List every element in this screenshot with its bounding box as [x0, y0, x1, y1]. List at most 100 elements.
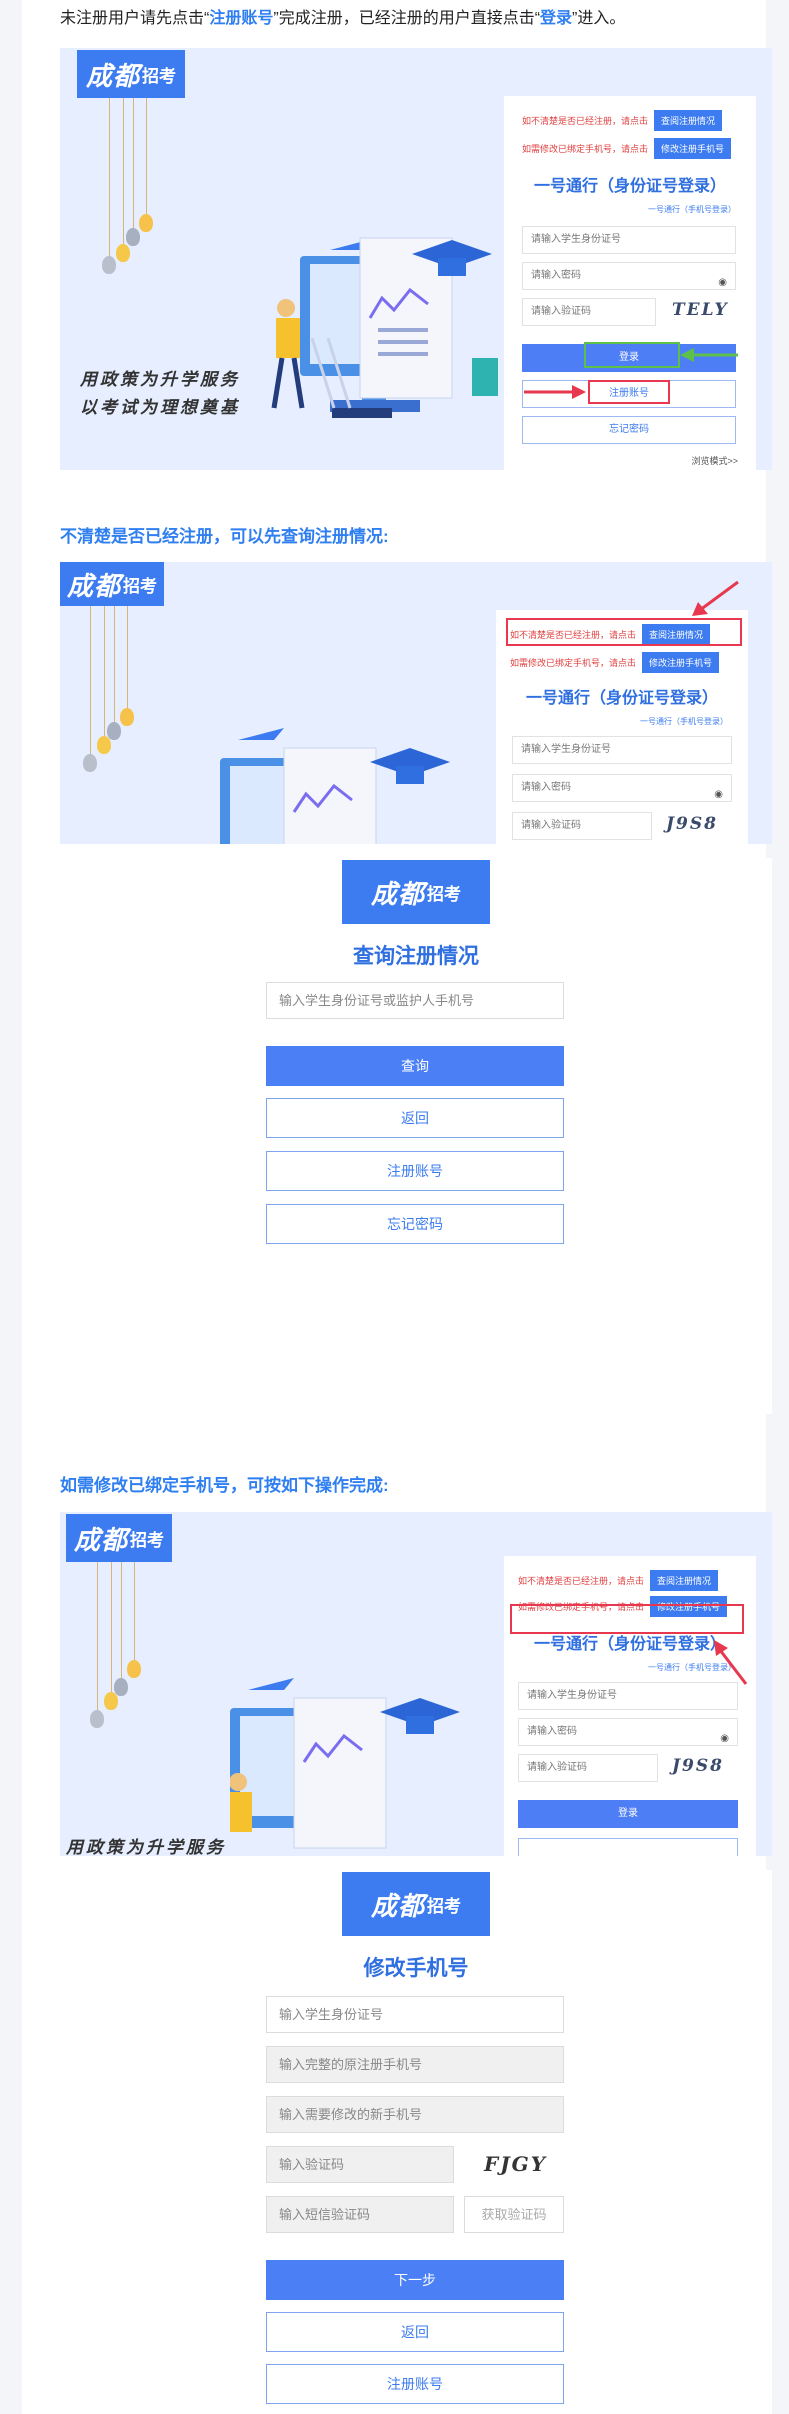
logo-text-small: 招考	[123, 576, 157, 596]
bulb-icon	[102, 256, 116, 274]
bulb-cord	[104, 606, 105, 736]
captcha-image[interactable]: J9S8	[672, 1756, 724, 1776]
register-button[interactable]	[518, 1838, 738, 1856]
bulb-icon	[90, 1710, 104, 1728]
eye-icon[interactable]: ◉	[718, 270, 727, 296]
bulb-cord	[109, 98, 110, 258]
login-page-crop-check: 成都 招考 如不清楚是否已经注册，请点击 查阅注册情况 如需修改已绑定手机号，请点…	[60, 562, 772, 844]
captcha-image[interactable]: TELY	[672, 300, 729, 320]
slogan-line: 用政策为升学服务	[80, 370, 240, 390]
change-phone-row: 如需修改已绑定手机号，请点击 修改注册手机号	[510, 652, 720, 673]
intro-register-highlight: 注册账号	[209, 10, 274, 27]
check-register-highlight-box	[506, 618, 742, 646]
logo-text-small: 招考	[427, 1896, 461, 1916]
eye-icon[interactable]: ◉	[720, 1726, 729, 1752]
id-number-input[interactable]: 请输入学生身份证号	[518, 1682, 738, 1710]
check-register-hint: 如不清楚是否已经注册，请点击	[522, 116, 649, 126]
old-phone-input[interactable]: 输入完整的原注册手机号	[266, 2046, 564, 2083]
intro-text: ”进入。	[572, 10, 626, 27]
forgot-password-button[interactable]: 忘记密码	[266, 1204, 564, 1244]
captcha-input[interactable]: 请输入验证码	[512, 812, 652, 840]
login-panel: 如不清楚是否已经注册，请点击 查阅注册情况 如需修改已绑定手机号，请点击 修改注…	[504, 96, 756, 470]
check-register-row: 如不清楚是否已经注册，请点击 查阅注册情况	[518, 1570, 719, 1591]
captcha-input[interactable]: 请输入验证码	[518, 1754, 658, 1782]
sms-code-input[interactable]: 输入短信验证码	[266, 2196, 454, 2233]
bulb-icon	[114, 1678, 128, 1696]
bulb-icon	[107, 722, 121, 740]
query-button[interactable]: 查询	[266, 1046, 564, 1086]
bulb-cord	[97, 1562, 98, 1712]
back-button[interactable]: 返回	[266, 2312, 564, 2352]
chengdu-zhaokao-logo: 成都 招考	[60, 562, 164, 606]
intro-text: 未注册用户请先点击“	[60, 10, 210, 27]
change-phone-button[interactable]: 修改注册手机号	[642, 652, 720, 673]
login-page-screenshot: 成都 招考 用政策为升学服务 以考试为理想奠基 如不清楚是否已经注册，请点击 查…	[60, 48, 772, 470]
red-arrow-icon	[714, 1640, 748, 1685]
captcha-input[interactable]: 输入验证码	[266, 2146, 454, 2183]
chengdu-zhaokao-logo: 成都 招考	[342, 1872, 490, 1936]
logo-text-small: 招考	[427, 884, 461, 904]
browse-mode-link[interactable]: 浏览模式>>	[691, 454, 738, 467]
captcha-image[interactable]: J9S8	[666, 814, 718, 834]
forgot-password-button[interactable]: 忘记密码	[522, 416, 736, 444]
check-register-row: 如不清楚是否已经注册，请点击 查阅注册情况	[522, 110, 723, 131]
bulb-icon	[83, 754, 97, 772]
login-title: 一号通行（身份证号登录）	[533, 178, 726, 195]
captcha-input[interactable]: 请输入验证码	[522, 298, 656, 326]
bulb-cord	[146, 98, 147, 216]
bulb-cord	[111, 1562, 112, 1694]
captcha-image[interactable]: FJGY	[484, 2152, 547, 2176]
password-placeholder: 请输入密码	[531, 270, 581, 281]
login-highlight-box	[584, 342, 680, 368]
register-button[interactable]: 注册账号	[266, 1151, 564, 1191]
password-input[interactable]: 请输入密码 ◉	[522, 262, 736, 290]
logo-text-big: 成都	[370, 879, 425, 910]
bulb-cord	[123, 98, 124, 246]
phone-login-link[interactable]: 一号通行（手机号登录）	[648, 204, 736, 215]
logo-text-big: 成都	[85, 61, 140, 92]
intro-text: ”完成注册，已经注册的用户直接点击“	[273, 10, 541, 27]
bulb-icon	[116, 244, 130, 262]
get-sms-code-button[interactable]: 获取验证码	[464, 2196, 564, 2233]
check-register-hint: 如不清楚是否已经注册，请点击	[518, 1576, 645, 1586]
change-phone-hint: 如需修改已绑定手机号，请点击	[522, 144, 649, 154]
phone-form-title: 修改手机号	[363, 1957, 469, 1980]
id-number-input[interactable]: 请输入学生身份证号	[512, 736, 732, 764]
query-register-form: 成都 招考 查询注册情况 输入学生身份证号或监护人手机号 查询 返回 注册账号 忘…	[60, 858, 772, 1414]
password-input[interactable]: 请输入密码 ◉	[512, 774, 732, 802]
password-placeholder: 请输入密码	[527, 1726, 577, 1737]
eye-icon[interactable]: ◉	[714, 782, 723, 808]
change-phone-hint: 如需修改已绑定手机号，请点击	[510, 658, 637, 668]
id-number-input[interactable]: 输入学生身份证号	[266, 1996, 564, 2033]
login-button[interactable]: 登录	[518, 1800, 738, 1828]
password-input[interactable]: 请输入密码 ◉	[518, 1718, 738, 1746]
bulb-cord	[114, 606, 115, 724]
register-button[interactable]: 注册账号	[266, 2364, 564, 2404]
bulb-cord	[133, 98, 134, 230]
section-heading-check: 不清楚是否已经注册，可以先查询注册情况:	[60, 527, 389, 546]
bulb-cord	[134, 1562, 135, 1662]
intro-login-highlight: 登录	[540, 10, 573, 27]
id-or-phone-input[interactable]: 输入学生身份证号或监护人手机号	[266, 982, 564, 1019]
back-button[interactable]: 返回	[266, 1098, 564, 1138]
next-step-button[interactable]: 下一步	[266, 2260, 564, 2300]
logo-text-small: 招考	[142, 66, 176, 86]
slogan-line: 以考试为理想奠基	[80, 398, 240, 418]
change-phone-form: 成都 招考 修改手机号 输入学生身份证号 输入完整的原注册手机号 输入需要修改的新…	[60, 1870, 772, 2414]
study-illustration	[271, 237, 498, 418]
logo-text-big: 成都	[66, 571, 121, 602]
intro-paragraph: 未注册用户请先点击“注册账号”完成注册，已经注册的用户直接点击“登录”进入。	[60, 8, 625, 30]
bulb-cord	[90, 606, 91, 756]
password-placeholder: 请输入密码	[521, 782, 571, 793]
id-number-input[interactable]: 请输入学生身份证号	[522, 226, 736, 254]
check-register-button[interactable]: 查阅注册情况	[650, 1570, 719, 1591]
login-page-crop-phone: 成都 招考 用政策为升学服务 如不清楚是否已经注册，请点击 查阅注册情况 如需修…	[60, 1512, 772, 1856]
login-panel: 如不清楚是否已经注册，请点击 查阅注册情况 如需修改已绑定手机号，请点击 修改注…	[504, 1556, 756, 1856]
change-phone-row: 如需修改已绑定手机号，请点击 修改注册手机号	[522, 138, 732, 159]
check-register-button[interactable]: 查阅注册情况	[654, 110, 723, 131]
phone-login-link[interactable]: 一号通行（手机号登录）	[640, 716, 728, 727]
change-phone-button[interactable]: 修改注册手机号	[654, 138, 732, 159]
new-phone-input[interactable]: 输入需要修改的新手机号	[266, 2096, 564, 2133]
bulb-icon	[120, 708, 134, 726]
logo-text-big: 成都	[73, 1525, 128, 1556]
